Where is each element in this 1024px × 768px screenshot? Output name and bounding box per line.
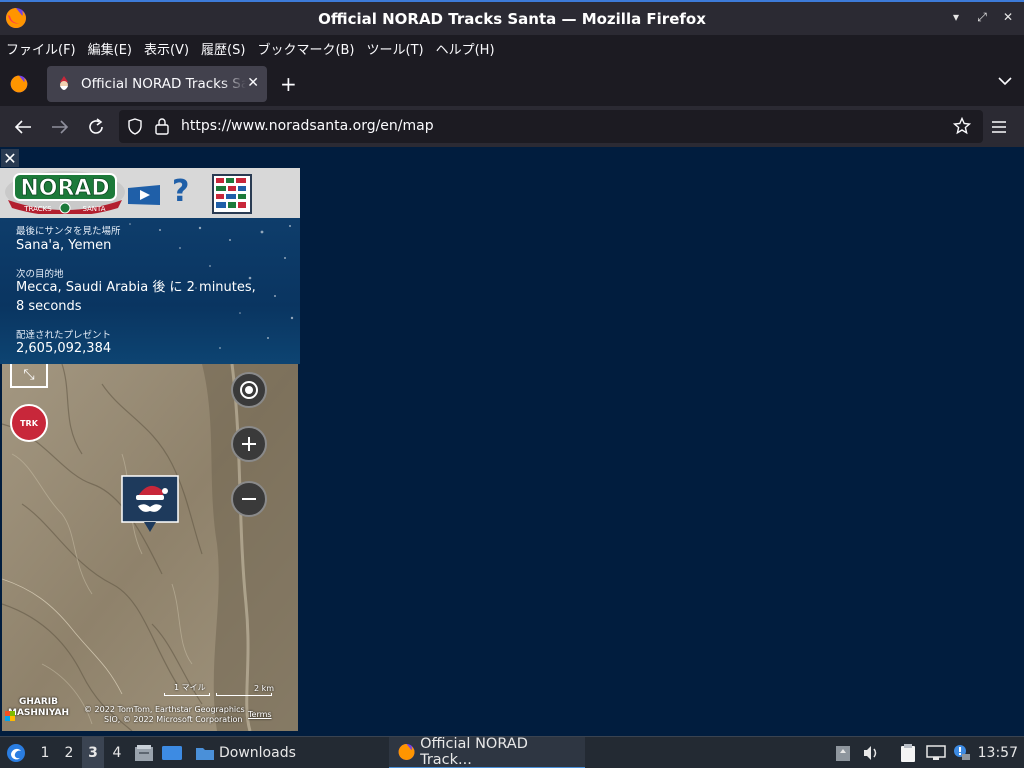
tab-label: Official NORAD Tracks Santa xyxy=(81,76,246,92)
back-icon[interactable] xyxy=(12,116,34,138)
target-icon xyxy=(240,381,258,399)
menu-view[interactable]: 表示(V) xyxy=(144,39,189,58)
tab-strip: Official NORAD Tracks Santa ✕ + xyxy=(0,61,1024,106)
firefox-view-icon[interactable] xyxy=(9,74,29,94)
zoom-out-button[interactable] xyxy=(231,481,267,517)
santa-location-marker[interactable] xyxy=(120,474,180,536)
navigation-bar: https://www.noradsanta.org/en/map xyxy=(0,106,1024,147)
workspace-4[interactable]: 4 xyxy=(106,737,128,768)
terms-link[interactable]: Terms xyxy=(248,710,272,719)
update-notifier-icon[interactable] xyxy=(953,737,973,768)
clock[interactable]: 13:57 xyxy=(978,737,1018,768)
new-tab-button[interactable]: + xyxy=(280,72,297,96)
tracking-protection-icon[interactable] xyxy=(128,118,142,135)
svg-text:TRACKS: TRACKS xyxy=(23,205,52,213)
url-text: https://www.noradsanta.org/en/map xyxy=(181,118,434,134)
notes-tray-icon[interactable] xyxy=(899,737,921,768)
forward-icon[interactable] xyxy=(49,116,71,138)
clipboard-tray-icon[interactable] xyxy=(835,737,853,768)
satellite-map[interactable]: ⤡ TRK GHARIB MASHNIYAH 1 マイル 2 km © 2022… xyxy=(2,364,298,731)
network-icon[interactable] xyxy=(926,737,948,768)
downloads-folder[interactable]: Downloads xyxy=(195,737,296,768)
center-on-santa-button[interactable] xyxy=(231,372,267,408)
place-label: GHARIB MASHNIYAH xyxy=(8,697,69,718)
minus-icon xyxy=(242,498,256,500)
help-icon[interactable]: ? xyxy=(172,174,189,209)
radar-station-marker[interactable]: TRK xyxy=(10,404,48,442)
start-menu-icon xyxy=(7,744,25,762)
folder-icon xyxy=(196,748,214,760)
tracker-header: NORAD TRACKS SANTA ? xyxy=(0,168,300,218)
menu-bookmarks[interactable]: ブックマーク(B) xyxy=(257,39,354,58)
menu-help[interactable]: ヘルプ(H) xyxy=(436,39,495,58)
close-window-icon[interactable]: ✕ xyxy=(1000,8,1016,26)
reload-icon[interactable] xyxy=(85,116,107,138)
next-stop-value: Mecca, Saudi Arabia 後 に 2 minutes, 8 sec… xyxy=(16,280,256,314)
start-menu-button[interactable] xyxy=(4,737,28,768)
menu-history[interactable]: 履歴(S) xyxy=(201,39,245,58)
svg-text:SANTA: SANTA xyxy=(82,205,105,213)
menu-file[interactable]: ファイル(F) xyxy=(6,39,76,58)
map-attribution: GHARIB MASHNIYAH 1 マイル 2 km © 2022 TomTo… xyxy=(2,683,298,731)
map-copyright: © 2022 TomTom, Earthstar Geographics SIO… xyxy=(84,705,245,724)
show-desktop-icon[interactable] xyxy=(161,737,185,768)
tracker-panel: NORAD TRACKS SANTA ? 最後にサンタを見た場所 Sana'a,… xyxy=(0,168,300,731)
lock-icon[interactable] xyxy=(155,117,169,135)
last-seen-label: 最後にサンタを見た場所 xyxy=(16,226,121,237)
scale-miles: 1 マイル xyxy=(174,683,206,692)
svg-text:NORAD: NORAD xyxy=(20,176,109,201)
tab-close-icon[interactable]: ✕ xyxy=(247,75,259,91)
page-content: ✕ NORAD TRACKS SANTA ? 最後にサンタを見た場所 Sana'… xyxy=(0,147,1024,736)
window-titlebar: Official NORAD Tracks Santa — Mozilla Fi… xyxy=(0,0,1024,35)
panel-close-button[interactable]: ✕ xyxy=(1,149,19,168)
file-manager-icon[interactable] xyxy=(134,737,156,768)
plus-icon xyxy=(242,437,256,451)
microsoft-logo-icon xyxy=(5,711,15,721)
workspace-3[interactable]: 3 xyxy=(82,737,104,768)
menu-edit[interactable]: 編集(E) xyxy=(88,39,132,58)
taskbar: 1 2 3 4 Downloads Official NORAD Track..… xyxy=(0,736,1024,768)
window-title: Official NORAD Tracks Santa — Mozilla Fi… xyxy=(318,9,706,28)
bookmark-star-icon[interactable] xyxy=(953,117,971,135)
scale-bar-km xyxy=(216,693,272,696)
presents-value: 2,605,092,384 xyxy=(16,341,112,356)
app-menu-icon[interactable] xyxy=(988,116,1010,138)
tracker-stats: 最後にサンタを見た場所 Sana'a, Yemen 次の目的地 Mecca, S… xyxy=(0,218,300,364)
firefox-icon xyxy=(6,8,26,28)
workspace-2[interactable]: 2 xyxy=(58,737,80,768)
norad-tracks-santa-logo: NORAD TRACKS SANTA xyxy=(5,171,125,214)
menu-bar: ファイル(F) 編集(E) 表示(V) 履歴(S) ブックマーク(B) ツール(… xyxy=(0,35,1024,61)
video-icon[interactable] xyxy=(126,184,162,206)
restore-icon[interactable]: ⤢ xyxy=(974,8,990,26)
url-bar[interactable]: https://www.noradsanta.org/en/map xyxy=(119,110,983,143)
santa-favicon-icon xyxy=(60,76,68,90)
taskbar-firefox-task[interactable]: Official NORAD Track... xyxy=(389,736,585,768)
list-all-tabs-icon[interactable] xyxy=(998,76,1012,86)
scale-bar-miles xyxy=(164,693,210,696)
firefox-task-icon xyxy=(398,744,415,760)
minimize-icon[interactable]: ▾ xyxy=(948,8,964,26)
menu-tools[interactable]: ツール(T) xyxy=(367,39,424,58)
last-seen-value: Sana'a, Yemen xyxy=(16,238,112,253)
scale-km: 2 km xyxy=(254,684,275,693)
expand-map-icon[interactable]: ⤡ xyxy=(10,364,48,388)
workspace-1[interactable]: 1 xyxy=(34,737,56,768)
tab-norad[interactable]: Official NORAD Tracks Santa ✕ xyxy=(47,66,267,102)
volume-icon[interactable] xyxy=(862,737,882,768)
calendar-icon[interactable] xyxy=(212,174,252,214)
zoom-in-button[interactable] xyxy=(231,426,267,462)
